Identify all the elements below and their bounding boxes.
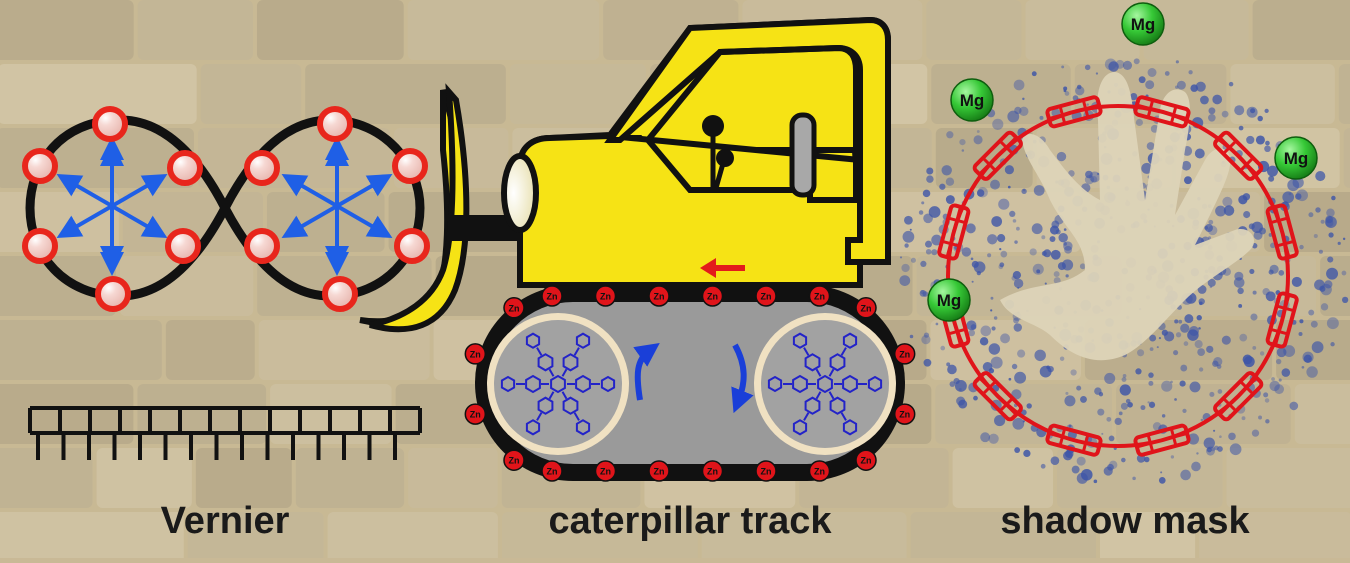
zn-label: Zn: [814, 292, 825, 302]
bead: [317, 106, 353, 142]
zn-label: Zn: [509, 303, 520, 313]
zn-atom: Zn: [541, 460, 563, 482]
mg-label: Mg: [960, 91, 985, 110]
zn-label: Zn: [707, 467, 718, 477]
zn-label: Zn: [470, 410, 481, 420]
mg-atom: Mg: [950, 78, 994, 122]
bead: [95, 276, 131, 312]
zn-atom: Zn: [855, 297, 877, 319]
zn-atom: Zn: [701, 460, 724, 482]
zn-label: Zn: [547, 292, 558, 302]
mg-atom: Mg: [927, 278, 971, 322]
zn-atom: Zn: [503, 297, 525, 319]
zn-atom: Zn: [464, 343, 487, 365]
lever-knob: [716, 149, 734, 167]
mg-label: Mg: [1284, 149, 1309, 168]
bead: [165, 228, 201, 264]
zn-label: Zn: [861, 303, 872, 313]
mg-label: Mg: [937, 291, 962, 310]
zn-atom: Zn: [808, 460, 831, 482]
zn-atom: Zn: [755, 285, 777, 307]
bead: [244, 150, 280, 186]
bead: [322, 276, 358, 312]
bead: [167, 150, 203, 186]
zn-label: Zn: [600, 292, 611, 302]
zn-label: Zn: [861, 456, 872, 466]
zn-atom: Zn: [755, 460, 777, 482]
headlight: [501, 153, 539, 233]
zn-atom: Zn: [594, 285, 617, 307]
zn-label: Zn: [761, 467, 772, 477]
illustration: Zn Zn Zn Zn Zn Zn Zn Zn Zn Zn Zn Zn Zn Zn Zn Zn Zn Zn Zn Zn…: [0, 0, 1350, 563]
mg-atom: Mg: [1121, 2, 1165, 46]
scene: Zn Zn Zn Zn Zn Zn Zn Zn Zn Zn Zn Zn Zn Zn Zn Zn Zn Zn Zn Zn…: [0, 0, 1350, 563]
zn-atom: Zn: [648, 460, 670, 482]
zn-atom: Zn: [541, 285, 563, 307]
bead: [392, 148, 428, 184]
caption-caterpillar-track: caterpillar track: [548, 500, 832, 542]
zn-label: Zn: [899, 349, 910, 359]
zn-atom: Zn: [893, 403, 916, 425]
zn-atom: Zn: [464, 403, 487, 425]
zn-label: Zn: [899, 410, 910, 420]
zn-label: Zn: [600, 467, 611, 477]
mg-atom: Mg: [1274, 136, 1318, 180]
zn-label: Zn: [814, 467, 825, 477]
bead: [22, 228, 58, 264]
bead: [244, 228, 280, 264]
zn-label: Zn: [654, 292, 665, 302]
zn-atom: Zn: [594, 460, 617, 482]
zn-label: Zn: [509, 456, 520, 466]
zn-atom: Zn: [648, 285, 670, 307]
exhaust-stack: [789, 112, 817, 198]
zn-label: Zn: [654, 467, 665, 477]
caption-vernier: Vernier: [160, 500, 290, 542]
zn-atom: Zn: [808, 285, 831, 307]
zn-label: Zn: [470, 349, 481, 359]
mg-label: Mg: [1131, 15, 1156, 34]
caption-shadow-mask: shadow mask: [1000, 500, 1250, 542]
zn-label: Zn: [761, 292, 772, 302]
lever-knob: [702, 115, 724, 137]
zn-label: Zn: [547, 467, 558, 477]
zn-atom: Zn: [855, 449, 877, 471]
zn-atom: Zn: [701, 285, 724, 307]
bead: [394, 228, 430, 264]
zn-atom: Zn: [503, 449, 525, 471]
bead: [22, 148, 58, 184]
zn-label: Zn: [707, 292, 718, 302]
bead: [92, 106, 128, 142]
zn-atom: Zn: [893, 343, 916, 365]
